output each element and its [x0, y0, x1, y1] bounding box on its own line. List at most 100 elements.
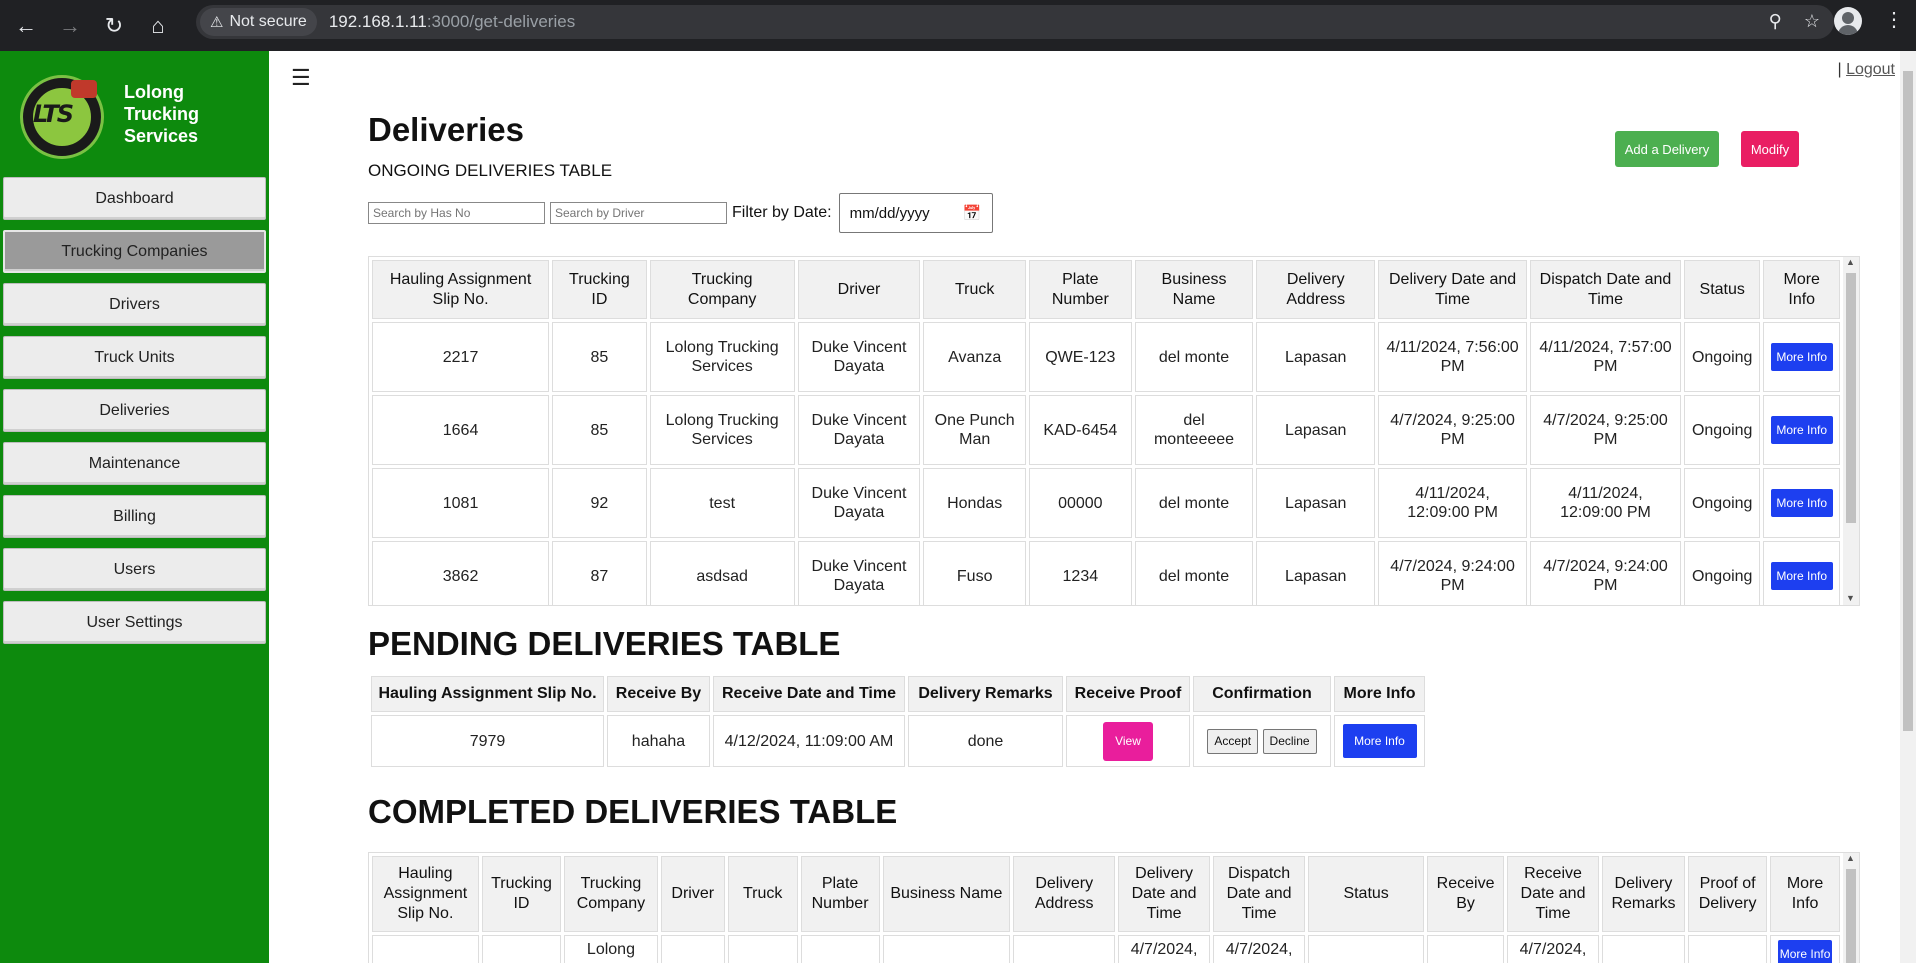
url-text[interactable]: 192.168.1.11:3000/get-deliveries — [329, 12, 575, 32]
col-header: Truck — [727, 856, 798, 932]
col-header: Hauling Assignment Slip No. — [371, 676, 604, 712]
col-header: Driver — [660, 856, 725, 932]
col-header: Receive Proof — [1066, 676, 1190, 712]
col-header: More Info — [1770, 856, 1840, 932]
ongoing-table-container[interactable]: Hauling Assignment Slip No. Trucking ID … — [368, 256, 1860, 606]
completed-table: Hauling Assignment Slip No. Trucking ID … — [369, 853, 1843, 963]
search-driver-input[interactable] — [550, 202, 727, 224]
more-info-button[interactable]: More Info — [1778, 940, 1833, 963]
col-header: Confirmation — [1193, 676, 1331, 712]
page-scrollbar[interactable] — [1900, 51, 1916, 963]
col-header: Hauling Assignment Slip No. — [372, 856, 479, 932]
security-label: Not secure — [229, 13, 307, 30]
sidebar-item-trucking-companies[interactable]: Trucking Companies — [3, 230, 266, 273]
company-logo: LTS — [20, 75, 104, 159]
forward-icon[interactable]: → — [52, 8, 88, 44]
table-row: 1664 85 Lolong Trucking Services Duke Vi… — [372, 395, 1840, 465]
table-row: 1081 92 test Duke Vincent Dayata Hondas … — [372, 468, 1840, 538]
pending-table: Hauling Assignment Slip No. Receive By R… — [368, 673, 1428, 770]
browser-menu-icon[interactable]: ⋮ — [1884, 10, 1904, 30]
col-header: Dispatch Date and Time — [1530, 260, 1681, 319]
sidebar-item-user-settings[interactable]: User Settings — [3, 601, 266, 644]
modify-button[interactable]: Modify — [1741, 131, 1799, 167]
col-header: Plate Number — [800, 856, 880, 932]
decline-button[interactable]: Decline — [1262, 728, 1317, 754]
view-proof-button[interactable]: View — [1103, 721, 1153, 761]
filter-by-date-label: Filter by Date: — [732, 204, 832, 221]
logout-area: | Logout — [1837, 61, 1895, 78]
col-header: Receive Date and Time — [1507, 856, 1599, 932]
col-header: Delivery Remarks — [1601, 856, 1686, 932]
col-header: Delivery Date and Time — [1378, 260, 1528, 319]
more-info-button[interactable]: More Info — [1770, 416, 1833, 444]
browser-toolbar: ← → ↻ ⌂ ⚠ Not secure 192.168.1.11:3000/g… — [0, 0, 1916, 51]
col-header: Receive Date and Time — [713, 676, 905, 712]
ongoing-table-scrollbar[interactable]: ▲ ▼ — [1843, 257, 1859, 605]
col-header: Receive By — [607, 676, 710, 712]
search-has-no-input[interactable] — [368, 202, 545, 224]
col-header: Delivery Address — [1256, 260, 1376, 319]
col-header: Proof of Delivery — [1688, 856, 1768, 932]
sidebar-item-drivers[interactable]: Drivers — [3, 283, 266, 326]
sidebar-item-deliveries[interactable]: Deliveries — [3, 389, 266, 432]
logout-link[interactable]: Logout — [1846, 61, 1895, 78]
table-row: Lolong 4/7/2024, 4/7/2024, 4/7/2024, Mor… — [372, 935, 1840, 963]
page-title: Deliveries — [368, 111, 524, 148]
col-header: More Info — [1334, 676, 1425, 712]
sidebar-menu: Dashboard Trucking Companies Drivers Tru… — [3, 177, 266, 654]
security-chip[interactable]: ⚠ Not secure — [200, 8, 317, 36]
filter-bar: Filter by Date: mm/dd/yyyy 📅 — [368, 193, 993, 233]
col-header: Trucking Company — [564, 856, 658, 932]
completed-table-title: COMPLETED DELIVERIES TABLE — [368, 793, 898, 830]
sidebar-item-billing[interactable]: Billing — [3, 495, 266, 538]
main-content: ☰ | Logout Deliveries Add a Delivery Mod… — [269, 51, 1899, 963]
bookmark-star-icon[interactable]: ☆ — [1804, 11, 1820, 32]
more-info-button[interactable]: More Info — [1770, 343, 1833, 371]
reload-icon[interactable]: ↻ — [96, 8, 132, 44]
col-header: Dispatch Date and Time — [1212, 856, 1306, 932]
sidebar: LTS Lolong Trucking Services Dashboard T… — [0, 51, 269, 963]
col-header: Trucking ID — [481, 856, 562, 932]
brand[interactable]: LTS Lolong Trucking Services — [20, 75, 260, 165]
add-delivery-button[interactable]: Add a Delivery — [1615, 131, 1719, 167]
col-header: Status — [1308, 856, 1424, 932]
col-header: Driver — [797, 260, 921, 319]
table-row: 7979 hahaha 4/12/2024, 11:09:00 AM done … — [371, 715, 1425, 767]
col-header: Receive By — [1426, 856, 1505, 932]
date-filter-input[interactable]: mm/dd/yyyy 📅 — [838, 193, 993, 233]
sidebar-item-dashboard[interactable]: Dashboard — [3, 177, 266, 220]
back-icon[interactable]: ← — [8, 8, 44, 44]
sidebar-item-truck-units[interactable]: Truck Units — [3, 336, 266, 379]
completed-table-scrollbar[interactable]: ▲ — [1843, 853, 1859, 963]
accept-button[interactable]: Accept — [1207, 728, 1259, 754]
col-header: Truck — [923, 260, 1026, 319]
col-header: Plate Number — [1029, 260, 1132, 319]
col-header: More Info — [1763, 260, 1840, 319]
col-header: Trucking Company — [649, 260, 795, 319]
warning-icon: ⚠ — [210, 14, 224, 31]
col-header: Business Name — [1134, 260, 1254, 319]
col-header: Trucking ID — [552, 260, 647, 319]
more-info-button[interactable]: More Info — [1770, 562, 1833, 590]
pending-table-container: Hauling Assignment Slip No. Receive By R… — [368, 673, 1428, 770]
calendar-icon[interactable]: 📅 — [963, 204, 982, 222]
sidebar-item-users[interactable]: Users — [3, 548, 266, 591]
zoom-icon[interactable]: ⚲ — [1769, 11, 1782, 32]
sidebar-item-maintenance[interactable]: Maintenance — [3, 442, 266, 485]
more-info-button[interactable]: More Info — [1342, 724, 1417, 758]
col-header: Hauling Assignment Slip No. — [372, 260, 550, 319]
col-header: Business Name — [882, 856, 1011, 932]
table-row: 2217 85 Lolong Trucking Services Duke Vi… — [372, 322, 1840, 392]
address-bar[interactable]: ⚠ Not secure 192.168.1.11:3000/get-deliv… — [196, 5, 1834, 39]
completed-table-container[interactable]: Hauling Assignment Slip No. Trucking ID … — [368, 852, 1860, 963]
hamburger-menu-icon[interactable]: ☰ — [291, 65, 311, 91]
col-header: Delivery Date and Time — [1118, 856, 1210, 932]
table-row: 3862 87 asdsad Duke Vincent Dayata Fuso … — [372, 541, 1840, 605]
profile-avatar[interactable] — [1834, 7, 1862, 35]
col-header: Delivery Remarks — [908, 676, 1063, 712]
pending-table-title: PENDING DELIVERIES TABLE — [368, 625, 841, 662]
more-info-button[interactable]: More Info — [1770, 489, 1833, 517]
ongoing-table: Hauling Assignment Slip No. Trucking ID … — [369, 257, 1843, 605]
home-icon[interactable]: ⌂ — [140, 8, 176, 44]
col-header: Status — [1683, 260, 1761, 319]
